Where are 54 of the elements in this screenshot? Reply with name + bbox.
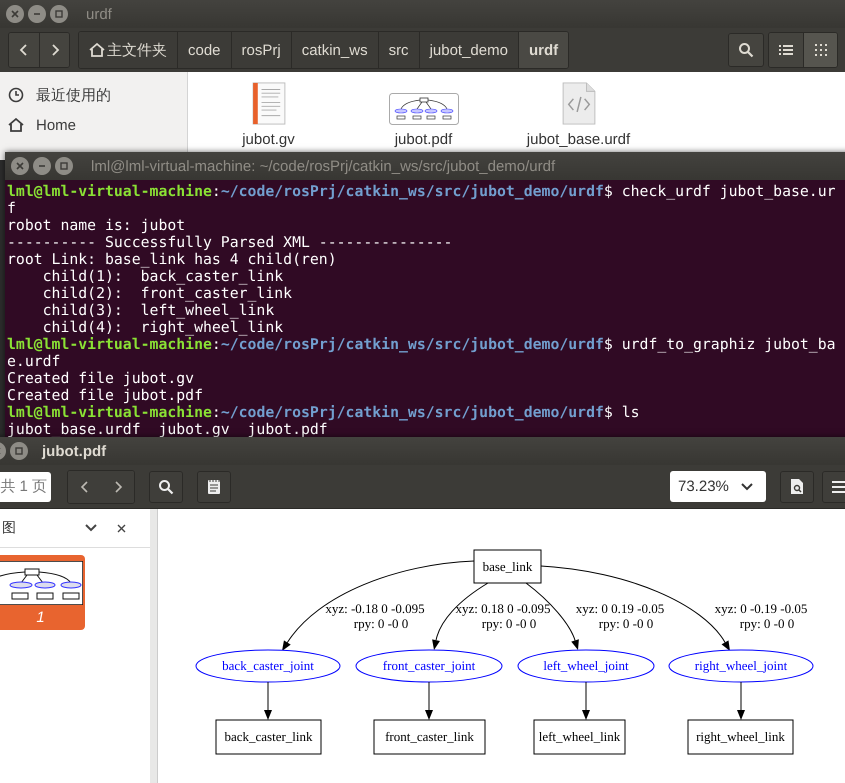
joint-node: back_caster_joint <box>196 650 340 682</box>
window-title: lml@lml-virtual-machine: ~/code/rosPrj/catkin_ws/src/jubot_demo/urdf <box>91 158 556 174</box>
terminal-output: Created file jubot.pdf <box>7 387 203 404</box>
window-title: urdf <box>86 6 112 22</box>
edge-label: xyz: -0.18 0 -0.095 <box>325 601 425 616</box>
prompt-separator: : <box>212 404 221 421</box>
page-number: 1 <box>35 609 45 626</box>
terminal-output: Created file jubot.gv <box>7 370 194 387</box>
link-node: back_caster_link <box>216 720 322 754</box>
terminal-output: f <box>7 200 16 217</box>
edge-label: rpy: 0 -0 0 <box>740 616 794 631</box>
terminal-output: root Link: base_link has 4 child(ren) <box>7 251 337 268</box>
prompt-user: lml@lml-virtual-machine <box>7 183 212 200</box>
terminal-output: child(1): back_caster_link <box>42 268 284 285</box>
sidebar-item[interactable]: Home <box>36 116 76 134</box>
terminal-command: $ ls <box>604 404 640 421</box>
terminal-command: $ urdf_to_graphiz jubot_ba <box>604 336 836 353</box>
file-name[interactable]: jubot_base.urdf <box>526 131 630 148</box>
link-node: base_link <box>474 550 542 584</box>
link-node: left_wheel_link <box>534 720 626 754</box>
prompt-path: ~/code/rosPrj/catkin_ws/src/jubot_demo/urdf <box>220 404 604 421</box>
edge-label: rpy: 0 -0 0 <box>354 616 408 631</box>
prompt-user: lml@lml-virtual-machine <box>7 404 212 421</box>
file-name[interactable]: jubot.gv <box>242 131 295 148</box>
terminal-output: ---------- Successfully Parsed XML --------------- <box>7 234 452 251</box>
joint-node: right_wheel_joint <box>668 650 814 682</box>
joint-node: left_wheel_joint <box>518 650 654 682</box>
link-node: right_wheel_link <box>688 720 794 754</box>
file-name[interactable]: jubot.pdf <box>394 131 452 148</box>
terminal-output: child(2): front_caster_link <box>42 285 292 302</box>
path-segment[interactable]: urdf <box>518 32 568 68</box>
path-segment[interactable]: 主文件夹 <box>79 32 178 68</box>
link-node: front_caster_link <box>374 720 486 754</box>
zoom-dropdown[interactable]: 73.23% <box>670 471 766 502</box>
edge-label: rpy: 0 -0 0 <box>598 616 654 631</box>
window-title: jubot.pdf <box>42 442 106 460</box>
edge-label: xyz: 0 -0.19 -0.05 <box>714 601 808 616</box>
prompt-path: ~/code/rosPrj/catkin_ws/src/jubot_demo/urdf <box>220 336 604 353</box>
terminal-output: child(4): right_wheel_link <box>42 319 284 336</box>
edge-label: xyz: 0.18 0 -0.095 <box>456 601 550 616</box>
prompt-user: lml@lml-virtual-machine <box>7 336 212 353</box>
sidebar-title: 图 <box>2 519 16 537</box>
terminal-output: e.urdf <box>7 353 60 370</box>
terminal-command: $ check_urdf jubot_base.ur <box>604 183 836 200</box>
edge-label: xyz: 0 0.19 -0.05 <box>576 601 664 616</box>
prompt-separator: : <box>212 336 221 353</box>
joint-node: front_caster_joint <box>356 650 502 682</box>
page-field[interactable]: 共 1 页 <box>0 472 51 502</box>
terminal-output: child(3): left_wheel_link <box>42 302 274 319</box>
prompt-separator: : <box>212 183 221 200</box>
edge-label: rpy: 0 -0 0 <box>482 616 536 631</box>
sidebar-item[interactable]: 最近使用的 <box>36 86 111 104</box>
terminal-output: robot name is: jubot <box>7 217 186 234</box>
prompt-path: ~/code/rosPrj/catkin_ws/src/jubot_demo/urdf <box>220 183 604 200</box>
